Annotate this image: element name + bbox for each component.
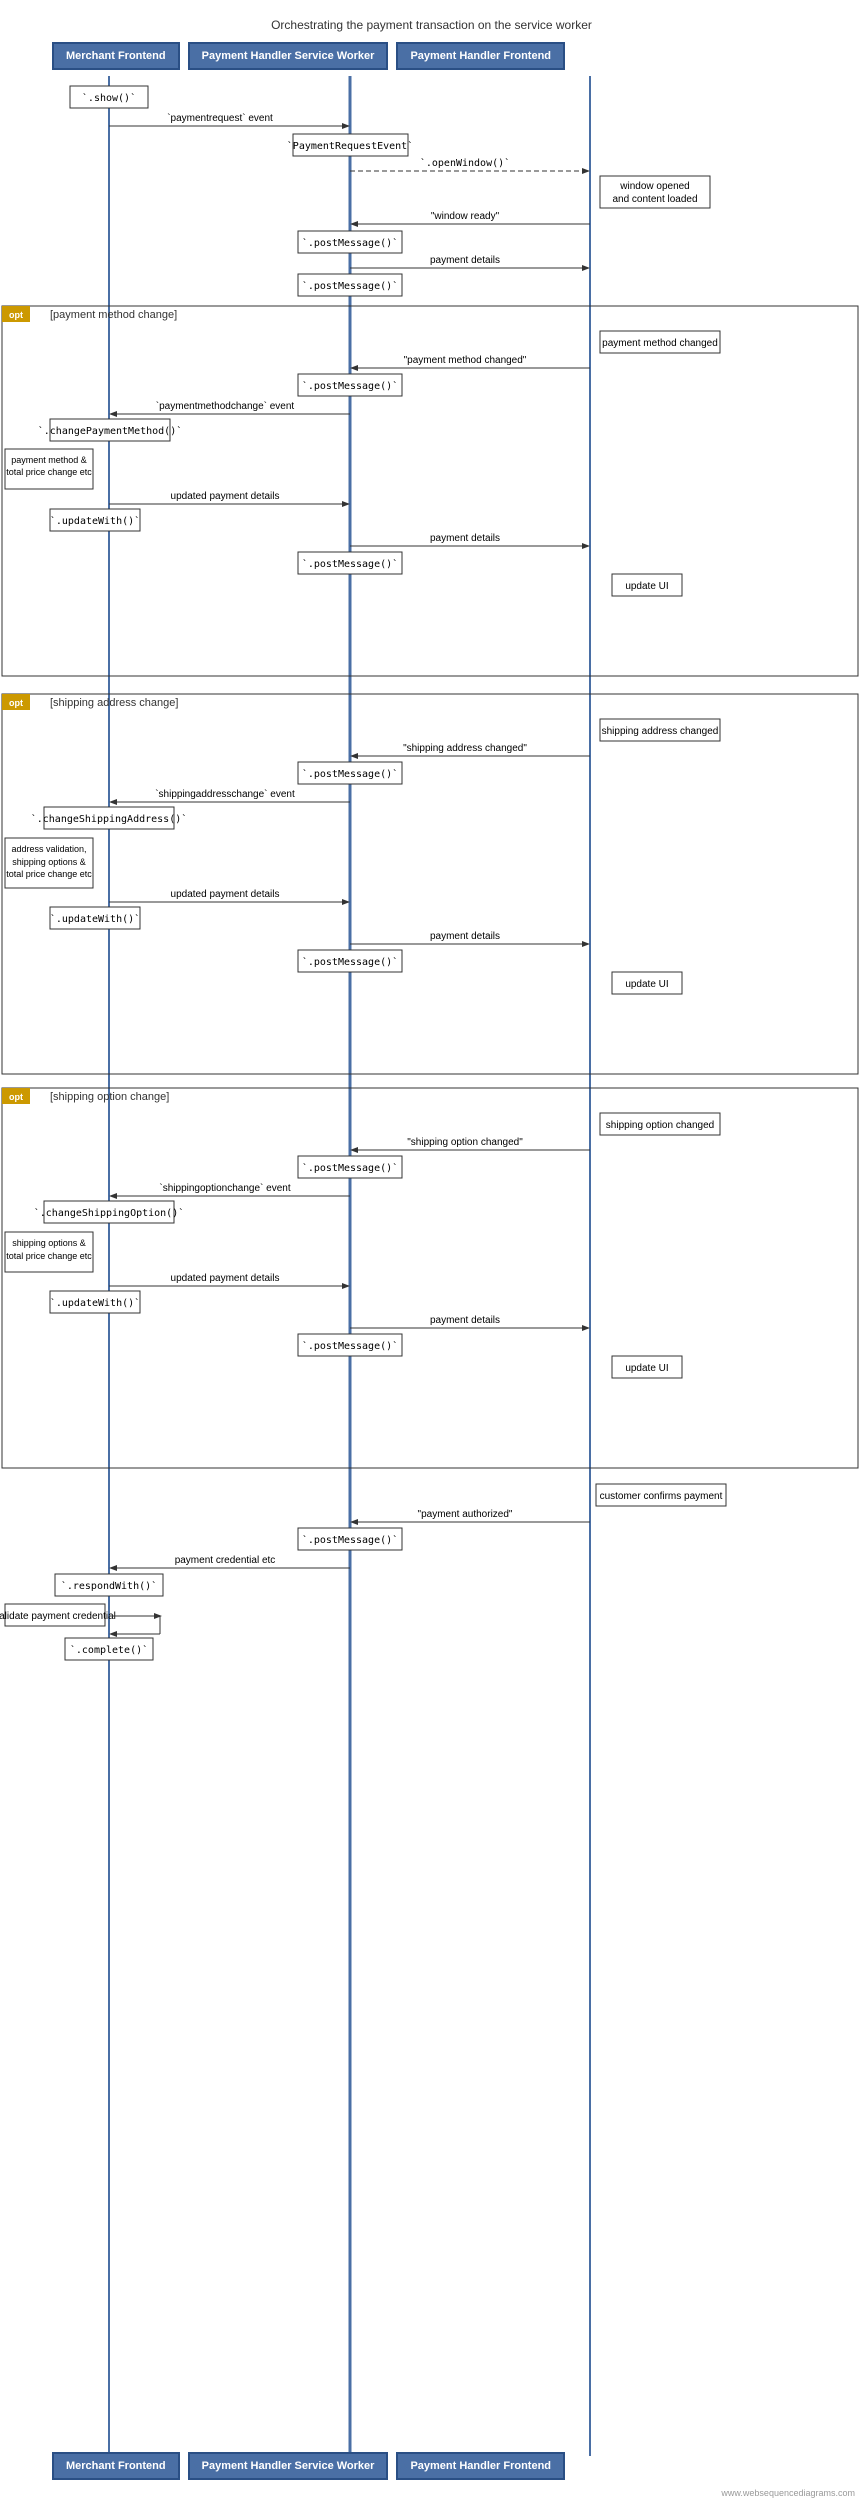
- svg-text:payment details: payment details: [430, 931, 500, 942]
- diagram-container: Orchestrating the payment transaction on…: [0, 0, 863, 2519]
- main-title: Orchestrating the payment transaction on…: [0, 10, 863, 36]
- svg-text:shipping options &: shipping options &: [12, 1238, 86, 1248]
- svg-text:updated payment details: updated payment details: [171, 491, 280, 502]
- svg-text:`.postMessage()`: `.postMessage()`: [302, 768, 398, 780]
- svg-text:update UI: update UI: [625, 979, 668, 990]
- svg-text:`.respondWith()`: `.respondWith()`: [61, 1580, 157, 1592]
- svg-text:"shipping address changed": "shipping address changed": [403, 743, 527, 754]
- svg-text:shipping option changed: shipping option changed: [606, 1120, 714, 1131]
- svg-text:`.postMessage()`: `.postMessage()`: [302, 237, 398, 249]
- svg-text:total price change etc: total price change etc: [6, 467, 92, 477]
- svg-text:and content loaded: and content loaded: [612, 194, 697, 205]
- svg-text:`.postMessage()`: `.postMessage()`: [302, 1162, 398, 1174]
- svg-text:`shippingaddresschange` event: `shippingaddresschange` event: [155, 788, 295, 800]
- svg-text:"window ready": "window ready": [431, 211, 500, 222]
- svg-text:validate payment credential: validate payment credential: [0, 1611, 116, 1622]
- svg-text:"shipping option changed": "shipping option changed": [407, 1137, 523, 1148]
- svg-text:`.changeShippingOption()`: `.changeShippingOption()`: [34, 1207, 185, 1219]
- sequence-diagram: `.show()` `paymentrequest` event `Paymen…: [0, 76, 863, 2456]
- actor-merchant-frontend-top: Merchant Frontend: [52, 42, 180, 70]
- actor-payment-handler-frontend-bottom: Payment Handler Frontend: [396, 2452, 565, 2480]
- svg-text:`.postMessage()`: `.postMessage()`: [302, 380, 398, 392]
- svg-text:[shipping option change]: [shipping option change]: [50, 1091, 169, 1103]
- svg-text:[shipping address change]: [shipping address change]: [50, 697, 178, 709]
- bottom-actors-row: Merchant Frontend Payment Handler Servic…: [0, 2446, 863, 2486]
- svg-text:shipping address changed: shipping address changed: [602, 726, 719, 737]
- svg-text:"payment method changed": "payment method changed": [404, 355, 527, 366]
- svg-text:`.changeShippingAddress()`: `.changeShippingAddress()`: [31, 813, 188, 825]
- svg-text:payment method changed: payment method changed: [602, 338, 718, 349]
- svg-text:`shippingoptionchange` event: `shippingoptionchange` event: [159, 1182, 290, 1194]
- svg-text:`paymentmethodchange` event: `paymentmethodchange` event: [156, 400, 295, 412]
- svg-text:`.complete()`: `.complete()`: [70, 1644, 148, 1656]
- svg-text:updated payment details: updated payment details: [171, 889, 280, 900]
- svg-text:shipping options &: shipping options &: [12, 857, 86, 867]
- svg-text:`.postMessage()`: `.postMessage()`: [302, 956, 398, 968]
- svg-text:opt: opt: [9, 310, 23, 320]
- svg-text:`.show()`: `.show()`: [82, 92, 136, 104]
- svg-text:[payment method change]: [payment method change]: [50, 309, 177, 321]
- svg-text:`.changePaymentMethod()`: `.changePaymentMethod()`: [38, 425, 183, 437]
- svg-text:payment method &: payment method &: [11, 455, 87, 465]
- svg-text:`.postMessage()`: `.postMessage()`: [302, 1340, 398, 1352]
- svg-text:updated payment details: updated payment details: [171, 1273, 280, 1284]
- svg-text:address validation,: address validation,: [11, 844, 86, 854]
- svg-text:`PaymentRequestEvent`: `PaymentRequestEvent`: [287, 140, 413, 152]
- svg-text:`.updateWith()`: `.updateWith()`: [50, 515, 140, 527]
- svg-text:update UI: update UI: [625, 1363, 668, 1374]
- svg-text:`.openWindow()`: `.openWindow()`: [420, 157, 510, 169]
- svg-text:payment details: payment details: [430, 533, 500, 544]
- actor-payment-handler-sw-bottom: Payment Handler Service Worker: [188, 2452, 389, 2480]
- svg-text:`.postMessage()`: `.postMessage()`: [302, 280, 398, 292]
- svg-text:`.postMessage()`: `.postMessage()`: [302, 1534, 398, 1546]
- svg-text:opt: opt: [9, 698, 23, 708]
- actor-payment-handler-sw-top: Payment Handler Service Worker: [188, 42, 389, 70]
- svg-text:opt: opt: [9, 1092, 23, 1102]
- svg-text:`.updateWith()`: `.updateWith()`: [50, 1297, 140, 1309]
- svg-text:payment details: payment details: [430, 1315, 500, 1326]
- svg-text:"payment authorized": "payment authorized": [418, 1509, 513, 1520]
- footer-url: www.websequencediagrams.com: [0, 2486, 863, 2500]
- actor-merchant-frontend-bottom: Merchant Frontend: [52, 2452, 180, 2480]
- svg-text:`paymentrequest` event: `paymentrequest` event: [167, 112, 273, 124]
- svg-text:payment details: payment details: [430, 255, 500, 266]
- svg-text:total price change etc: total price change etc: [6, 869, 92, 879]
- svg-text:window opened: window opened: [619, 181, 690, 192]
- svg-text:payment credential etc: payment credential etc: [175, 1555, 276, 1566]
- svg-text:`.postMessage()`: `.postMessage()`: [302, 558, 398, 570]
- svg-text:update UI: update UI: [625, 581, 668, 592]
- actor-payment-handler-frontend-top: Payment Handler Frontend: [396, 42, 565, 70]
- top-actors-row: Merchant Frontend Payment Handler Servic…: [0, 36, 863, 76]
- svg-text:customer confirms payment: customer confirms payment: [600, 1491, 723, 1502]
- svg-text:`.updateWith()`: `.updateWith()`: [50, 913, 140, 925]
- svg-text:total price change etc: total price change etc: [6, 1251, 92, 1261]
